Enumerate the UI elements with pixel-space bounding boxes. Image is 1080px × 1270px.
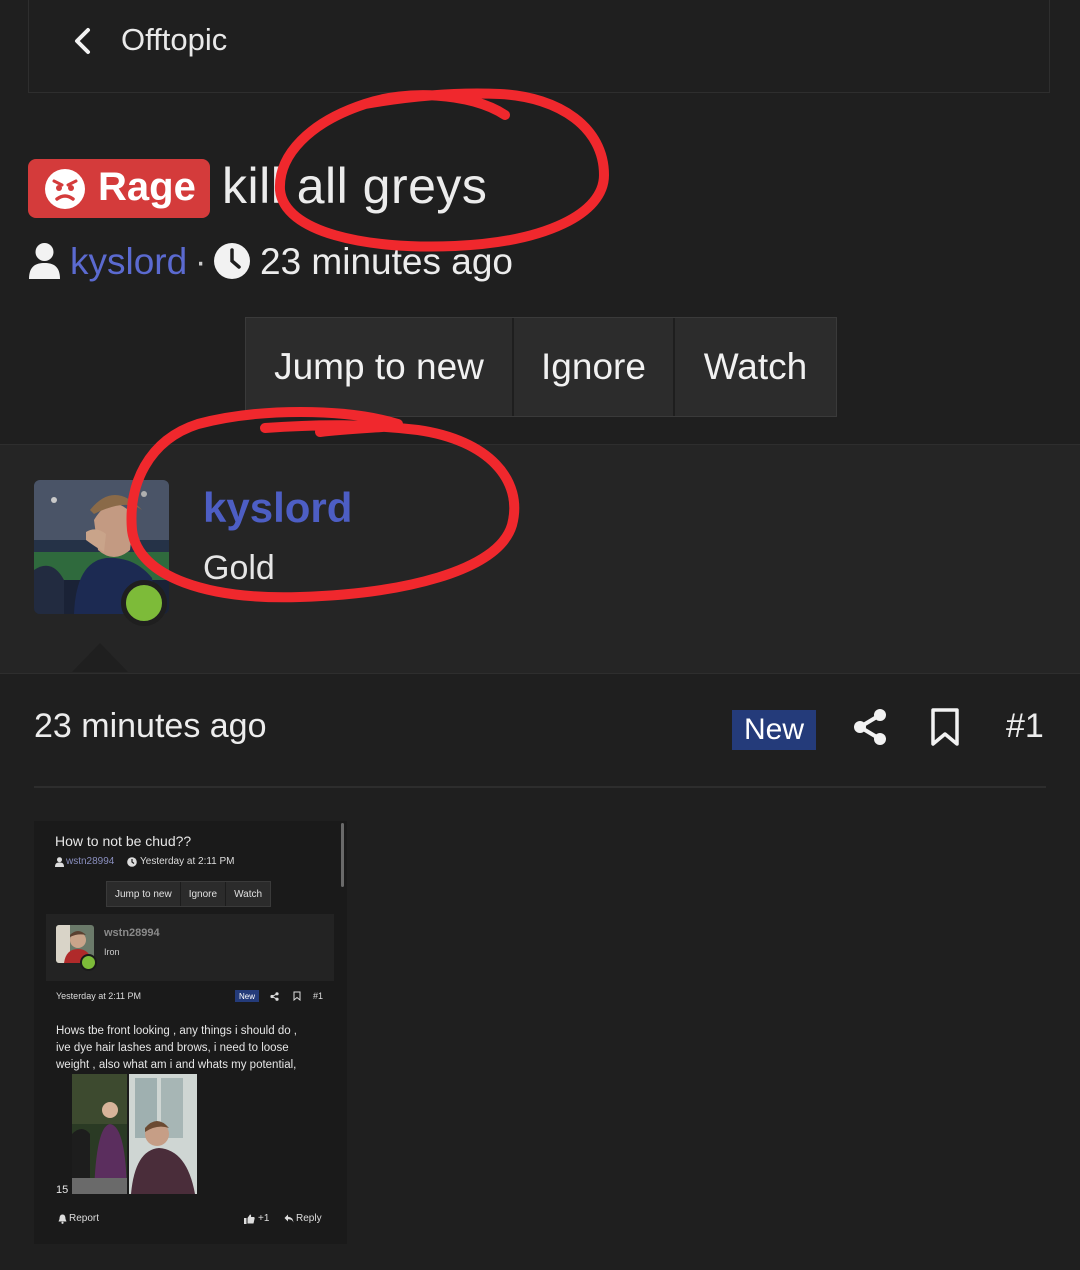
- post-divider: [34, 786, 1046, 788]
- embedded-post-date: Yesterday at 2:11 PM: [56, 991, 142, 1001]
- embedded-post-author: wstn28994: [104, 927, 160, 939]
- embedded-actions: Jump to new Ignore Watch: [106, 881, 272, 907]
- clock-icon: [214, 243, 250, 279]
- user-title: Gold: [203, 549, 275, 587]
- embedded-thread-title: How to not be chud??: [55, 833, 192, 849]
- embedded-watch-button: Watch: [226, 882, 271, 906]
- thread-author-link[interactable]: kyslord: [70, 241, 187, 283]
- reply-icon: [284, 1214, 294, 1223]
- share-icon[interactable]: [852, 708, 888, 746]
- attached-screenshot[interactable]: How to not be chud?? wstn28994 Yesterday…: [34, 821, 347, 1244]
- online-status-indicator: [121, 580, 167, 626]
- watch-button[interactable]: Watch: [675, 318, 836, 416]
- user-icon: [55, 857, 64, 867]
- scrollbar: [341, 823, 344, 887]
- embedded-user-title: Iron: [104, 947, 120, 957]
- bookmark-icon: [293, 991, 301, 1001]
- embedded-post-number: #1: [313, 991, 324, 1001]
- bookmark-icon[interactable]: [930, 708, 960, 746]
- thumbs-up-icon: [244, 1214, 255, 1224]
- embedded-image-count: 15: [56, 1184, 69, 1196]
- message-pointer: [72, 643, 128, 672]
- embedded-body-line: Hows tbe front looking , any things i sh…: [56, 1025, 298, 1037]
- chevron-left-icon[interactable]: [70, 26, 96, 56]
- embedded-time: Yesterday at 2:11 PM: [140, 856, 235, 867]
- post-author-link[interactable]: kyslord: [203, 484, 352, 532]
- meta-separator: ·: [195, 243, 207, 281]
- embedded-like-count: +1: [258, 1213, 270, 1224]
- clock-icon: [127, 857, 137, 867]
- post-date-link[interactable]: 23 minutes ago: [34, 707, 267, 746]
- embedded-photo: [129, 1074, 197, 1194]
- thread-actions: Jump to new Ignore Watch: [245, 317, 837, 417]
- thread-start-time[interactable]: 23 minutes ago: [260, 241, 513, 283]
- jump-to-new-button[interactable]: Jump to new: [246, 318, 514, 416]
- embedded-jump-button: Jump to new: [107, 882, 181, 906]
- embedded-report-link: Report: [69, 1213, 100, 1224]
- new-badge: New: [732, 710, 816, 750]
- embedded-reply-link: Reply: [296, 1213, 322, 1224]
- embedded-new-badge: New: [235, 990, 259, 1002]
- prefix-label: Rage: [98, 165, 196, 209]
- user-icon: [29, 243, 60, 279]
- embedded-author: wstn28994: [66, 856, 115, 867]
- forum-title-link[interactable]: Offtopic: [121, 22, 227, 58]
- thread-title: kill all greys: [222, 158, 488, 214]
- embedded-ignore-button: Ignore: [180, 882, 227, 906]
- embedded-online-indicator: [80, 954, 97, 971]
- embedded-photo: [72, 1074, 127, 1194]
- share-icon: [270, 992, 279, 1001]
- post-number-link[interactable]: #1: [1006, 707, 1044, 746]
- embedded-body-line: weight , also what am i and whats my pot…: [56, 1059, 297, 1071]
- angry-face-icon: [45, 169, 85, 209]
- bell-icon: [58, 1214, 67, 1224]
- embedded-body-line: ive dye hair lashes and brows, i need to…: [56, 1042, 289, 1054]
- ignore-button[interactable]: Ignore: [514, 318, 675, 416]
